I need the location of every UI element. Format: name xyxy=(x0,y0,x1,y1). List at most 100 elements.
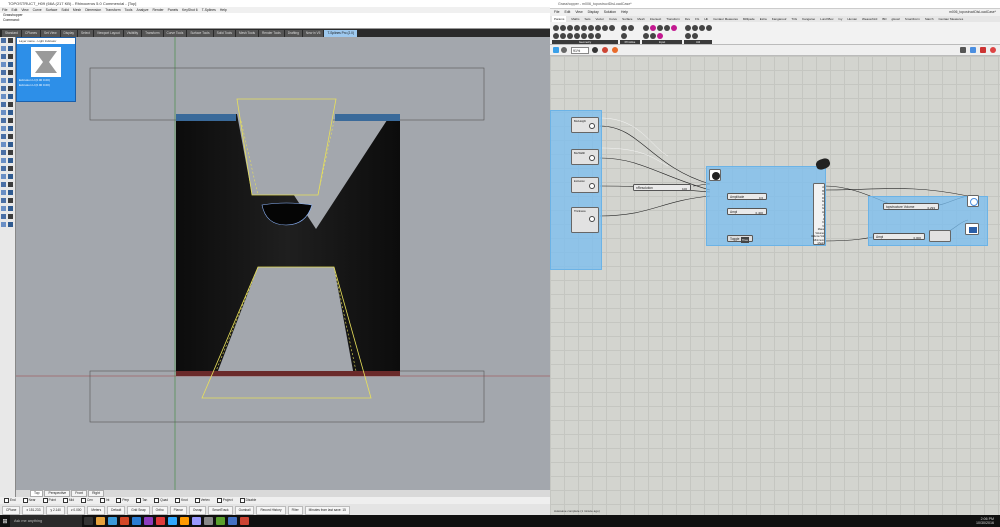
tab-display[interactable]: Display xyxy=(60,30,77,37)
tab-curve-tools[interactable]: Curve Tools xyxy=(163,30,187,37)
tool-icon[interactable] xyxy=(1,38,6,43)
tool-icon[interactable] xyxy=(1,118,6,123)
topostruct-solver[interactable]: A B C D E F G H I J K V Mass Volume Volume Vol Minimum M… xyxy=(811,183,825,245)
viewport-tab-top[interactable]: Top xyxy=(30,490,44,497)
tab-solid-tools[interactable]: Solid Tools xyxy=(213,30,235,37)
osnap-near[interactable]: Near xyxy=(23,497,36,504)
osnap-end[interactable]: End xyxy=(4,497,16,504)
eye-icon[interactable] xyxy=(592,47,598,53)
bake-icon[interactable] xyxy=(612,47,618,53)
tool-icon[interactable] xyxy=(1,94,6,99)
status-ortho[interactable]: Ortho xyxy=(151,506,168,515)
component-icon[interactable] xyxy=(627,24,634,31)
status-gumball[interactable]: Gumball xyxy=(234,506,255,515)
osnap-mid[interactable]: Mid xyxy=(63,497,74,504)
component-icon[interactable] xyxy=(620,32,627,39)
tool-icon[interactable] xyxy=(1,158,6,163)
component-icon[interactable] xyxy=(594,32,601,39)
osnap-knot[interactable]: Knot xyxy=(175,497,188,504)
tool-icon[interactable] xyxy=(1,46,6,51)
display-component[interactable] xyxy=(965,223,979,235)
tool-icon[interactable] xyxy=(8,142,13,147)
windows-start-icon[interactable]: ⊞ xyxy=(0,515,10,527)
param-component[interactable]: Extrusion xyxy=(571,177,599,193)
display-mode-icon[interactable] xyxy=(960,47,966,53)
status-smarttrack[interactable]: SmartTrack xyxy=(208,506,233,515)
command-prompt[interactable]: Command: xyxy=(0,18,550,23)
task-view-icon[interactable] xyxy=(83,517,93,525)
layer-item[interactable]: Extrusion H (0.00 0.00) xyxy=(17,83,75,87)
tab-mesh-tools[interactable]: Mesh Tools xyxy=(235,30,258,37)
osnap-cen[interactable]: Cen xyxy=(81,497,93,504)
component-icon[interactable] xyxy=(649,32,656,39)
tool-icon[interactable] xyxy=(8,190,13,195)
system-tray[interactable]: 2:06 PM 10/30/2016 xyxy=(976,517,1000,526)
topostruct-component-icon[interactable] xyxy=(709,169,721,181)
tool-icon[interactable] xyxy=(8,174,13,179)
tool-icon[interactable] xyxy=(1,214,6,219)
status-record-history[interactable]: Record History xyxy=(256,506,286,515)
tool-icon[interactable] xyxy=(8,54,13,59)
osnap-point[interactable]: Point xyxy=(43,497,56,504)
param-component[interactable]: BoxWidth xyxy=(571,149,599,165)
solver-output-param[interactable]: Mesh xyxy=(804,242,824,246)
amplitude-slider[interactable]: Amplitude 0.6 xyxy=(727,193,767,200)
ribbon-icons[interactable] xyxy=(552,24,618,40)
tool-icon[interactable] xyxy=(8,198,13,203)
tab-set-view[interactable]: Set View xyxy=(41,30,60,37)
osnap-perp[interactable]: Perp xyxy=(116,497,129,504)
gh-menu-solution[interactable]: Solution xyxy=(604,9,616,16)
component-icon[interactable] xyxy=(670,24,677,31)
status-grid-snap[interactable]: Grid Snap xyxy=(127,506,150,515)
word-icon[interactable] xyxy=(131,517,141,525)
app-taskbar-icon[interactable] xyxy=(227,517,237,525)
preview-icon[interactable] xyxy=(602,47,608,53)
component-icon[interactable] xyxy=(594,24,601,31)
tool-icon[interactable] xyxy=(8,94,13,99)
component-icon[interactable] xyxy=(656,24,663,31)
tool-icon[interactable] xyxy=(8,38,13,43)
tool-icon[interactable] xyxy=(1,142,6,147)
save-icon[interactable] xyxy=(553,47,559,53)
tool-icon[interactable] xyxy=(1,54,6,59)
selected-preview-icon[interactable] xyxy=(980,47,986,53)
component-icon[interactable] xyxy=(608,24,615,31)
component-icon[interactable] xyxy=(566,32,573,39)
tab-drafting[interactable]: Drafting xyxy=(284,30,302,37)
viewport-tab-perspective[interactable]: Perspective xyxy=(44,490,71,497)
parameter-group[interactable]: BoxHeight BoxWidth Extrusion Thickness xyxy=(550,110,602,270)
osnap-project[interactable]: Project xyxy=(217,497,233,504)
status-planar[interactable]: Planar xyxy=(169,506,187,515)
ampl-slider[interactable]: Ampl 0.400 xyxy=(727,208,767,215)
tab-new-in-v5[interactable]: New in V5 xyxy=(302,30,324,37)
tool-icon[interactable] xyxy=(8,182,13,187)
illustrator-icon[interactable] xyxy=(179,517,189,525)
component-icon[interactable] xyxy=(705,24,712,31)
onenote-icon[interactable] xyxy=(143,517,153,525)
tool-icon[interactable] xyxy=(8,86,13,91)
bottom-support-box[interactable] xyxy=(89,370,485,423)
tool-icon[interactable] xyxy=(1,86,6,91)
param-component[interactable]: Thickness xyxy=(571,207,599,233)
topostruct-group[interactable]: Amplitude 0.6 Ampl 0.400 Toggle True ABC… xyxy=(706,156,832,246)
status-osnap[interactable]: Osnap xyxy=(188,506,207,515)
component-icon[interactable] xyxy=(552,24,559,31)
tool-icon[interactable] xyxy=(8,110,13,115)
tab-tsplines-pro[interactable]: T-Splines Pro (2.0) xyxy=(324,30,358,37)
render-preview-icon[interactable] xyxy=(990,47,996,53)
edge-icon[interactable] xyxy=(107,517,117,525)
gh-menu-help[interactable]: Help xyxy=(621,9,628,16)
gh-canvas[interactable]: BoxHeight BoxWidth Extrusion Thickness n… xyxy=(550,56,1000,515)
rhino-taskbar-icon[interactable] xyxy=(203,517,213,525)
tool-icon[interactable] xyxy=(1,198,6,203)
tool-icon[interactable] xyxy=(8,102,13,107)
ribbon-icons[interactable] xyxy=(642,24,682,40)
component-icon[interactable] xyxy=(601,24,608,31)
component-icon[interactable] xyxy=(566,24,573,31)
ampl-slider-2[interactable]: Ampl 0.000 xyxy=(873,233,925,240)
tool-icon[interactable] xyxy=(8,206,13,211)
osnap-disable[interactable]: Disable xyxy=(240,497,257,504)
component-icon[interactable] xyxy=(552,32,559,39)
volume-panel[interactable]: topstructure Volume 0.293 xyxy=(883,203,939,210)
file-explorer-icon[interactable] xyxy=(95,517,105,525)
